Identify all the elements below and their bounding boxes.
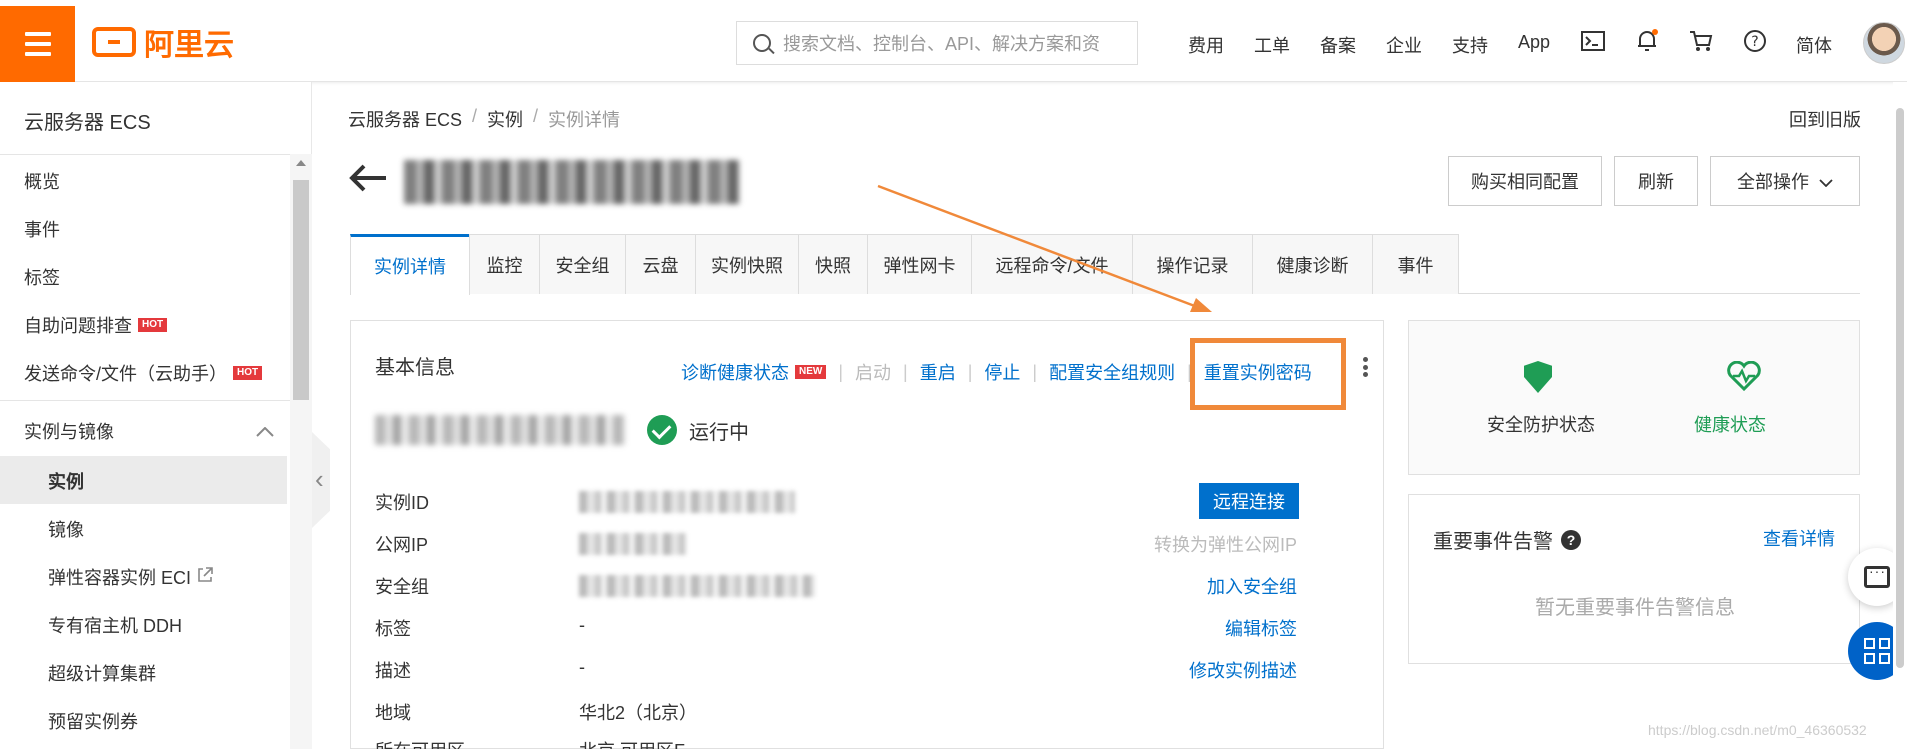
page-scroll-thumb[interactable]	[1896, 108, 1904, 668]
watermark: https://blog.csdn.net/m0_46360532	[1648, 722, 1867, 738]
page-scrollbar[interactable]	[1893, 82, 1907, 749]
chat-icon	[1864, 563, 1890, 588]
apps-icon	[1864, 638, 1890, 664]
annotation-arrow	[877, 184, 1212, 312]
